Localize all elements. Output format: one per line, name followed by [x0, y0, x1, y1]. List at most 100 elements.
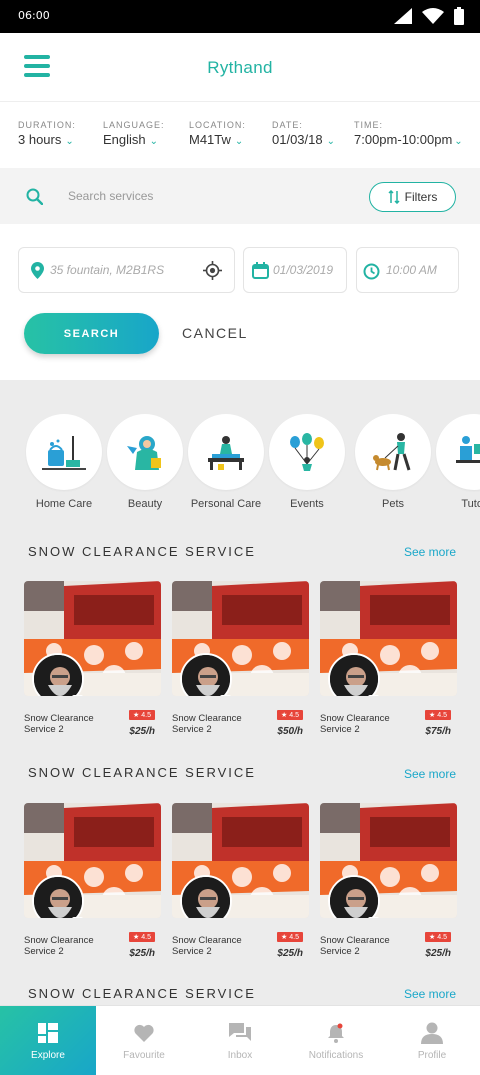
avatar [32, 653, 84, 696]
language-label: LANGUAGE: [103, 120, 165, 130]
search-bar: Search services Filters [0, 168, 480, 224]
personal-care-icon [208, 436, 244, 470]
status-time: 06:00 [18, 9, 50, 22]
search-input[interactable]: Search services [68, 189, 153, 203]
avatar [180, 653, 232, 696]
rating-badge: ★ 4.5 [425, 932, 451, 942]
bell-icon [328, 1023, 344, 1043]
nav-label: Favourite [123, 1049, 165, 1061]
service-card[interactable]: Snow Clearance Service 2 ★ 4.5 $75/h [320, 581, 457, 737]
section-title: SNOW CLEARANCE SERVICE [28, 765, 256, 780]
service-name: Snow Clearance Service 2 [320, 935, 390, 957]
date-input: 01/03/2019 [273, 263, 334, 277]
see-more-link[interactable]: See more [404, 545, 456, 559]
service-photo [172, 581, 309, 696]
rating-badge: ★ 4.5 [277, 710, 303, 720]
avatar [180, 875, 232, 918]
time-label: TIME: [354, 120, 383, 130]
nav-label: Inbox [227, 1049, 253, 1061]
price-label: $25/h [129, 726, 155, 737]
service-photo [320, 803, 457, 918]
service-name: Snow Clearance Service 2 [172, 935, 242, 957]
time-input: 10:00 AM [386, 263, 437, 277]
price-label: $25/h [425, 948, 451, 959]
search-button[interactable]: SEARCH [24, 313, 159, 354]
rating-badge: ★ 4.5 [425, 710, 451, 720]
category-home-care[interactable]: Home Care [26, 414, 102, 510]
verified-badge-icon [368, 917, 379, 918]
avatar [328, 653, 380, 696]
rating-badge: ★ 4.5 [277, 932, 303, 942]
category-name: Tutor [461, 498, 480, 510]
pets-icon [373, 433, 411, 471]
rating-badge: ★ 4.5 [129, 932, 155, 942]
nav-label: Explore [31, 1049, 65, 1061]
nav-label: Profile [417, 1049, 447, 1061]
duration-value: 3 hours [18, 132, 62, 147]
avatar [32, 875, 84, 918]
location-field[interactable]: 35 fountain, M2B1RS [18, 247, 235, 293]
date-filter[interactable]: DATE: 01/03/18 ⌄ [272, 120, 335, 147]
service-card[interactable]: Snow Clearance Service 2 ★ 4.5 $25/h [172, 803, 309, 959]
service-card[interactable]: Snow Clearance Service 2 ★ 4.5 $25/h [320, 803, 457, 959]
time-filter[interactable]: TIME: 7:00pm-10:00pm ⌄ [354, 120, 463, 147]
nav-favourite[interactable]: Favourite [96, 1006, 192, 1075]
price-label: $25/h [277, 948, 303, 959]
nav-label: Notifications [308, 1049, 364, 1061]
avatar [328, 875, 380, 918]
home-care-icon [42, 436, 86, 470]
explore-icon [38, 1022, 58, 1043]
content-area: Home Care Beauty Personal Care Events Pe… [0, 380, 480, 1005]
location-filter[interactable]: LOCATION: M41Tw ⌄ [189, 120, 246, 147]
app-title: Rythand [207, 58, 273, 77]
service-name: Snow Clearance Service 2 [24, 935, 94, 957]
see-more-link[interactable]: See more [404, 767, 456, 781]
category-name: Personal Care [190, 498, 262, 510]
category-personal-care[interactable]: Personal Care [188, 414, 264, 510]
chevron-down-icon: ⌄ [65, 136, 74, 147]
service-card[interactable]: Snow Clearance Service 2 ★ 4.5 $50/h [172, 581, 309, 737]
nav-inbox[interactable]: Inbox [192, 1006, 288, 1075]
tutor-icon [456, 436, 480, 463]
category-beauty[interactable]: Beauty [107, 414, 183, 510]
service-photo [24, 581, 161, 696]
nav-notifications[interactable]: Notifications [288, 1006, 384, 1075]
events-icon [290, 433, 324, 471]
nav-explore[interactable]: Explore [0, 1006, 96, 1075]
chevron-down-icon: ⌄ [149, 136, 159, 147]
inbox-icon [229, 1022, 251, 1041]
duration-label: DURATION: [18, 120, 76, 130]
status-bar: 06:00 [0, 0, 480, 33]
category-events[interactable]: Events [269, 414, 345, 510]
verified-badge-icon [220, 695, 231, 696]
beauty-icon [127, 436, 161, 470]
chevron-down-icon: ⌄ [326, 136, 335, 147]
profile-icon [421, 1022, 443, 1044]
nav-profile[interactable]: Profile [384, 1006, 480, 1075]
cancel-button[interactable]: CANCEL [182, 325, 248, 341]
filters-button[interactable]: Filters [369, 182, 456, 212]
gps-target-icon[interactable] [203, 261, 222, 280]
app-bar: Rythand [0, 33, 480, 102]
cellular-signal-icon [394, 8, 412, 24]
price-label: $75/h [425, 726, 451, 737]
service-name: Snow Clearance Service 2 [172, 713, 242, 735]
verified-badge-icon [72, 695, 83, 696]
service-card[interactable]: Snow Clearance Service 2 ★ 4.5 $25/h [24, 581, 161, 737]
time-field[interactable]: 10:00 AM [356, 247, 459, 293]
service-photo [24, 803, 161, 918]
category-tutor[interactable]: Tutor [436, 414, 480, 510]
service-name: Snow Clearance Service 2 [24, 713, 94, 735]
filters-label: Filters [404, 190, 438, 204]
language-filter[interactable]: LANGUAGE: English ⌄ [103, 120, 165, 147]
service-name: Snow Clearance Service 2 [320, 713, 390, 735]
category-pets[interactable]: Pets [355, 414, 431, 510]
duration-filter[interactable]: DURATION: 3 hours ⌄ [18, 120, 76, 147]
section-title: SNOW CLEARANCE SERVICE [28, 986, 256, 1001]
price-label: $50/h [277, 726, 303, 737]
search-icon [26, 188, 43, 205]
date-field[interactable]: 01/03/2019 [243, 247, 347, 293]
category-name: Events [290, 498, 324, 510]
see-more-link[interactable]: See more [404, 987, 456, 1001]
service-card[interactable]: Snow Clearance Service 2 ★ 4.5 $25/h [24, 803, 161, 959]
